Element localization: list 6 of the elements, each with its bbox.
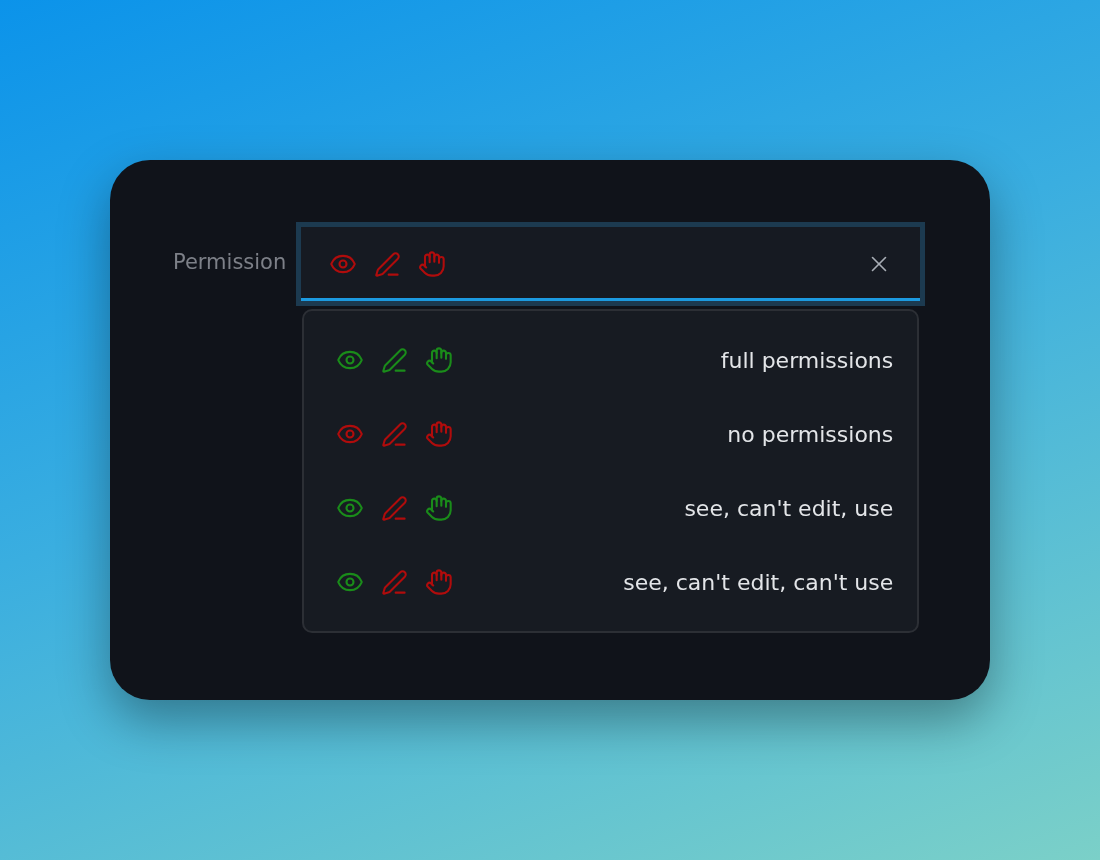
dropdown-option[interactable]: see, can't edit, use [304,471,918,545]
dropdown-option[interactable]: no permissions [304,397,918,471]
dropdown-option[interactable]: see, can't edit, can't use [304,545,918,619]
dropdown-option[interactable]: full permissions [304,323,918,397]
select-field[interactable] [296,222,926,306]
field-label: Permission [173,250,287,274]
